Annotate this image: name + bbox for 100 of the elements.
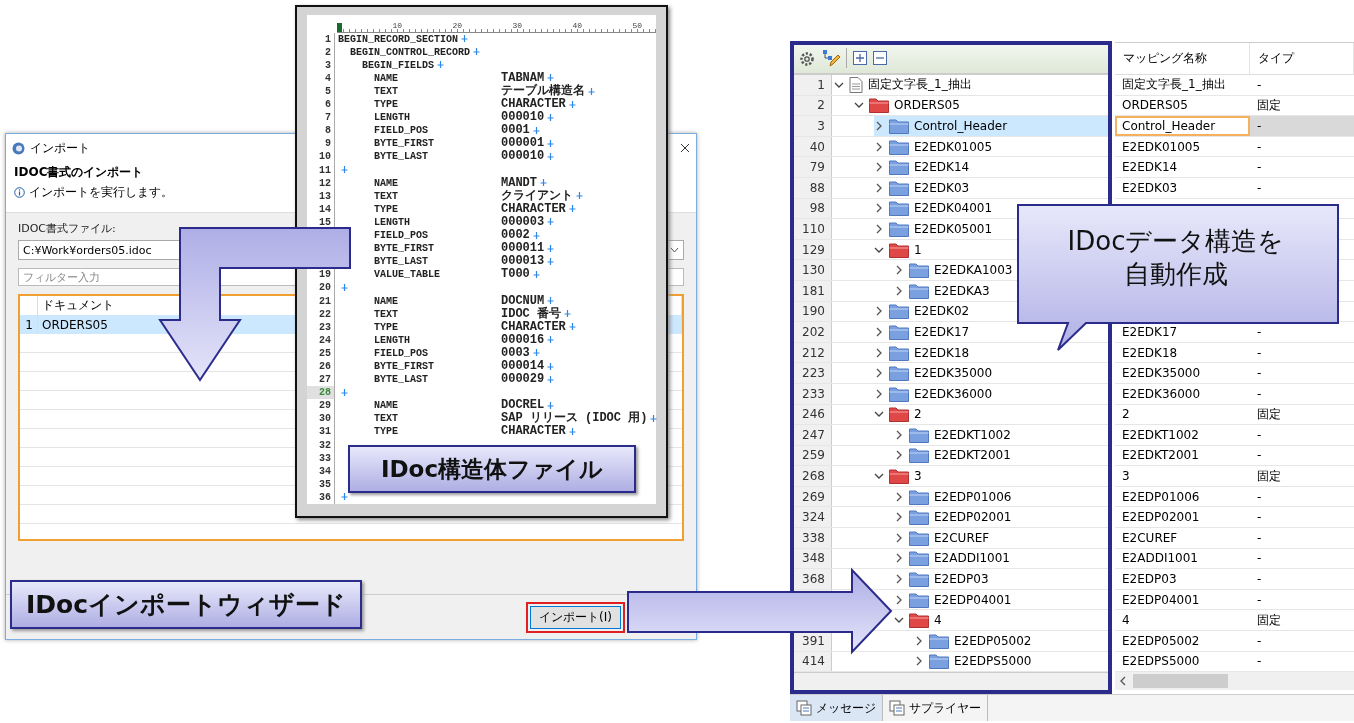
line-number: 22 [307, 307, 335, 321]
line-number: 31 [307, 425, 335, 439]
import-button[interactable]: インポート(I) [530, 605, 621, 629]
tree-node[interactable]: E2EDKA3 [894, 280, 992, 301]
table-cell: Control_Header [1115, 116, 1250, 136]
chevron-right-icon[interactable] [894, 594, 904, 605]
chevron-right-icon[interactable] [874, 326, 884, 337]
expand-all-icon[interactable] [853, 50, 867, 65]
tree-node[interactable]: E2EDK05001 [874, 219, 995, 239]
tree-node[interactable]: 4 [894, 610, 944, 631]
tree-node[interactable]: E2EDP05002 [914, 631, 1034, 651]
table-cell-text: E2EDK14 [1121, 159, 1179, 177]
field-value: 0001 [501, 124, 530, 138]
tree-node[interactable]: ORDERS05 [854, 95, 962, 116]
chevron-right-icon[interactable] [914, 656, 924, 667]
field-key: FIELD_POS [338, 124, 501, 138]
chevron-right-icon[interactable] [874, 162, 884, 173]
chevron-right-icon[interactable] [874, 223, 884, 234]
tree-node[interactable]: E2EDK03 [874, 177, 972, 198]
folder-icon [909, 447, 929, 464]
chevron-right-icon[interactable] [874, 203, 884, 214]
tree-node[interactable]: 2 [874, 404, 924, 425]
chevron-right-icon[interactable] [894, 265, 904, 276]
field-value: テーブル構造名 [501, 85, 585, 98]
folder-icon [889, 406, 909, 423]
column-header[interactable]: タイプ [1250, 43, 1354, 74]
tree-node[interactable]: E2ADDI1001 [894, 548, 1012, 569]
table-cell-text: E2EDKT1002 [1121, 426, 1200, 444]
table-cell-text: E2EDK03 [1121, 179, 1179, 197]
tree-node[interactable]: E2EDK04001 [874, 198, 995, 219]
chevron-right-icon[interactable] [894, 429, 904, 440]
ruler-label: 50 [631, 21, 642, 32]
tree-node[interactable]: E2EDK17 [874, 322, 972, 342]
tree-node[interactable]: E2EDP01006 [894, 486, 1014, 507]
folder-icon [889, 323, 909, 340]
view-tab[interactable]: サプライヤー [883, 695, 988, 722]
line-number: 29 [307, 399, 335, 413]
field-value: 000010 [501, 150, 545, 164]
table-cell-text: E2ADDI1001 [1121, 550, 1199, 568]
tree-node[interactable]: E2EDKA1003 [894, 260, 1015, 280]
table-cell-text: - [1256, 385, 1263, 403]
field-label: IDOC書式ファイル: [18, 221, 116, 236]
tree-node[interactable]: E2EDK36000 [874, 383, 995, 404]
field-key: TYPE [338, 98, 501, 112]
table-cell-text: - [1256, 550, 1263, 568]
tree-node[interactable]: E2EDKT2001 [894, 445, 1013, 466]
scrollbar-thumb[interactable] [1133, 674, 1228, 689]
chevron-right-icon[interactable] [914, 635, 924, 646]
chevron-right-icon[interactable] [894, 491, 904, 502]
table-cell: - [1250, 116, 1354, 136]
tree-node[interactable]: E2EDP04001 [894, 589, 1014, 610]
tree-node[interactable]: 1 [874, 239, 924, 260]
tree-node[interactable]: E2EDK02 [874, 301, 972, 322]
folder-icon [909, 488, 929, 505]
tree-node[interactable]: 3 [874, 466, 924, 486]
table-cell-text: E2EDP05002 [1121, 632, 1201, 650]
field-key: NAME [338, 71, 501, 85]
dropdown-icon[interactable] [670, 247, 679, 253]
close-icon[interactable] [680, 143, 690, 153]
line-number: 10 [307, 150, 335, 164]
collapse-all-icon[interactable] [873, 50, 887, 65]
field-key: NAME [338, 176, 501, 190]
chevron-right-icon[interactable] [874, 388, 884, 399]
tree-node[interactable]: E2EDK14 [874, 157, 972, 177]
tree-node[interactable]: E2EDK35000 [874, 363, 995, 383]
caption-label: IDocインポートウィザード [10, 580, 362, 629]
chevron-left-icon[interactable] [1119, 676, 1127, 687]
chevron-right-icon[interactable] [874, 141, 884, 152]
chevron-right-icon[interactable] [894, 512, 904, 523]
table-cell-text: 固定 [1256, 405, 1282, 423]
chevron-right-icon[interactable] [874, 368, 884, 379]
tree-node[interactable]: 固定文字長_1_抽出 [834, 75, 974, 95]
chevron-right-icon[interactable] [874, 306, 884, 317]
chevron-right-icon[interactable] [894, 553, 904, 564]
row-number: 1 [20, 315, 38, 334]
tree-node[interactable]: E2EDKT1002 [894, 425, 1013, 445]
field-value: 000013 [501, 255, 545, 269]
chevron-right-icon[interactable] [874, 347, 884, 358]
tree-node[interactable]: E2EDP02001 [894, 507, 1014, 528]
line-number: 28 [307, 386, 335, 400]
tree-node[interactable]: E2EDP03 [894, 569, 991, 589]
table-cell-text: E2EDK18 [1121, 344, 1179, 362]
field-value: DOCNUM [501, 294, 545, 308]
tree-node[interactable]: E2CUREF [894, 528, 992, 548]
chevron-right-icon[interactable] [894, 532, 904, 543]
chevron-right-icon[interactable] [874, 121, 884, 131]
tree-node[interactable]: E2EDK18 [874, 342, 972, 363]
folder-icon [929, 632, 949, 649]
chevron-right-icon[interactable] [894, 574, 904, 585]
tree-node[interactable]: E2EDPS5000 [914, 651, 1034, 672]
line-number: 36 [307, 490, 335, 504]
view-tab[interactable]: メッセージ [790, 695, 883, 722]
chevron-right-icon[interactable] [894, 450, 904, 461]
chevron-right-icon[interactable] [894, 285, 904, 296]
chevron-right-icon[interactable] [874, 182, 884, 193]
tree-pencil-icon[interactable] [822, 48, 840, 67]
tree-node[interactable]: E2EDK01005 [874, 136, 995, 157]
table-cell-text: - [1256, 509, 1263, 527]
column-header[interactable]: マッピング名称 [1115, 43, 1250, 74]
field-key: FIELD_POS [338, 229, 501, 243]
